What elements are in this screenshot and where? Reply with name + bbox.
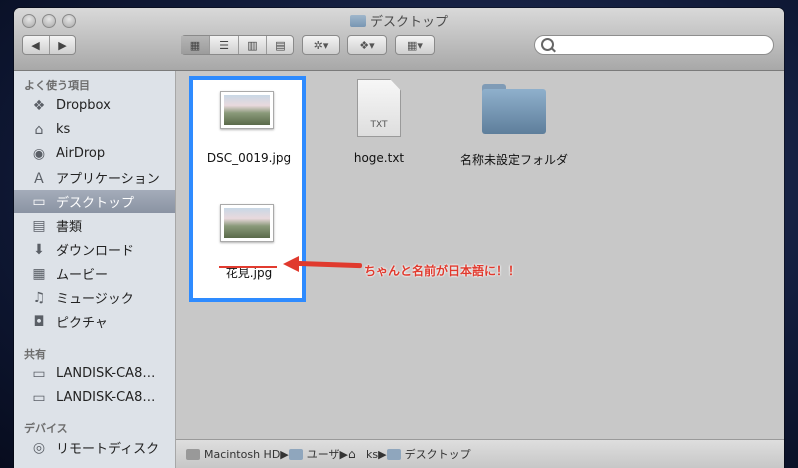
folder-icon bbox=[482, 84, 546, 134]
back-button[interactable]: ◀ bbox=[23, 36, 50, 54]
path-separator: ▶ bbox=[339, 447, 349, 461]
path-item-macintosh-hd[interactable]: Macintosh HD bbox=[186, 448, 280, 461]
coverflow-view-button[interactable]: ▤ bbox=[267, 36, 294, 54]
window-title: デスクトップ bbox=[14, 11, 784, 30]
path-separator: ▶ bbox=[378, 447, 387, 461]
network-display-icon: ▭ bbox=[32, 365, 46, 382]
text-document-icon: TXT bbox=[357, 79, 401, 137]
network-display-icon: ▭ bbox=[32, 389, 46, 406]
forward-button[interactable]: ▶ bbox=[50, 36, 76, 54]
sidebar-item-downloads[interactable]: ⬇ ダウンロード bbox=[14, 238, 175, 261]
file-item-hanami[interactable] bbox=[220, 204, 274, 242]
sidebar-item-applications[interactable]: Ａ アプリケーション bbox=[14, 166, 175, 189]
home-icon: ⌂ bbox=[34, 121, 44, 138]
remote-disc-icon: ◎ bbox=[32, 439, 46, 456]
action-menu-button[interactable]: ✲▾ bbox=[302, 35, 340, 55]
annotation-underline bbox=[219, 266, 277, 268]
movies-icon: ▦ bbox=[32, 265, 46, 282]
image-thumbnail bbox=[220, 204, 274, 242]
sidebar-section-shared: 共有 bbox=[24, 348, 46, 361]
sidebar-item-pictures[interactable]: ◘ ピクチャ bbox=[14, 310, 175, 333]
sidebar-section-favorites: よく使う項目 bbox=[24, 79, 90, 92]
applications-icon: Ａ bbox=[32, 170, 46, 187]
sidebar-item-home[interactable]: ⌂ ks bbox=[14, 118, 175, 141]
file-name: DSC_0019.jpg bbox=[206, 151, 292, 165]
documents-icon: ▤ bbox=[32, 217, 46, 234]
sidebar-item-music[interactable]: ♫ ミュージック bbox=[14, 286, 175, 309]
file-item-dsc0019[interactable] bbox=[220, 91, 274, 129]
annotation-text: ちゃんと名前が日本語に！！ bbox=[364, 264, 521, 278]
dropbox-icon: ❖ bbox=[32, 97, 46, 114]
path-bar: Macintosh HD ▶ ユーザ ▶ ⌂ ks ▶ デスクトップ bbox=[176, 439, 784, 468]
icon-view-button[interactable]: ▦ bbox=[181, 36, 210, 54]
sidebar-item-shared-2[interactable]: ▭ LANDISK-CA8… bbox=[14, 386, 175, 409]
hard-disk-icon bbox=[186, 448, 200, 460]
sidebar-item-dropbox[interactable]: ❖ Dropbox bbox=[14, 94, 175, 117]
sidebar-item-desktop[interactable]: ▭ デスクトップ bbox=[14, 190, 175, 213]
list-view-button[interactable]: ☰ bbox=[210, 36, 239, 54]
finder-window: デスクトップ ◀ ▶ ▦ ☰ ▥ ▤ ✲▾ ❖▾ ▦▾ よく使う項目 ❖ Drop… bbox=[14, 8, 784, 468]
file-item-folder[interactable] bbox=[482, 84, 546, 134]
sidebar-item-shared-1[interactable]: ▭ LANDISK-CA8… bbox=[14, 362, 175, 385]
image-thumbnail bbox=[220, 91, 274, 129]
search-input[interactable] bbox=[534, 35, 774, 55]
arrange-icon: ▦▾ bbox=[407, 38, 423, 52]
file-item-hoge-txt[interactable]: TXT bbox=[357, 79, 401, 137]
titlebar: デスクトップ ◀ ▶ ▦ ☰ ▥ ▤ ✲▾ ❖▾ ▦▾ bbox=[14, 8, 784, 71]
folder-icon bbox=[349, 15, 366, 27]
file-name: hoge.txt bbox=[353, 151, 405, 165]
desktop-icon: ▭ bbox=[32, 193, 46, 210]
path-item-users[interactable]: ユーザ bbox=[288, 446, 340, 462]
sidebar-item-documents[interactable]: ▤ 書類 bbox=[14, 214, 175, 237]
file-area: DSC_0019.jpg TXT hoge.txt 名称未設定フォルダ 花見.j… bbox=[176, 71, 784, 440]
music-icon: ♫ bbox=[32, 289, 46, 306]
search-icon bbox=[541, 38, 554, 51]
path-item-ks[interactable]: ⌂ ks bbox=[348, 448, 378, 461]
back-forward-control: ◀ ▶ bbox=[22, 35, 76, 55]
pictures-icon: ◘ bbox=[33, 313, 45, 330]
sidebar-item-movies[interactable]: ▦ ムービー bbox=[14, 262, 175, 285]
sidebar-item-airdrop[interactable]: ◉ AirDrop bbox=[14, 142, 175, 165]
sidebar-item-remote-disc[interactable]: ◎ リモートディスク bbox=[14, 436, 175, 459]
dropbox-menu-button[interactable]: ❖▾ bbox=[347, 35, 387, 55]
folder-icon bbox=[386, 448, 401, 460]
arrange-menu-button[interactable]: ▦▾ bbox=[395, 35, 435, 55]
sidebar-section-devices: デバイス bbox=[24, 422, 68, 435]
dropbox-icon: ❖▾ bbox=[359, 38, 375, 52]
downloads-icon: ⬇ bbox=[33, 241, 45, 258]
folder-icon bbox=[288, 448, 303, 460]
sidebar: よく使う項目 ❖ Dropbox ⌂ ks ◉ AirDrop Ａ アプリケーション ▭… bbox=[14, 71, 176, 468]
airdrop-icon: ◉ bbox=[32, 145, 46, 162]
view-mode-control: ▦ ☰ ▥ ▤ bbox=[181, 35, 294, 55]
file-name: 名称未設定フォルダ bbox=[459, 153, 568, 167]
path-separator: ▶ bbox=[280, 447, 289, 461]
path-item-desktop[interactable]: デスクトップ bbox=[386, 446, 471, 462]
gear-icon: ✲▾ bbox=[313, 38, 329, 52]
home-icon: ⌂ bbox=[348, 446, 356, 461]
column-view-button[interactable]: ▥ bbox=[239, 36, 267, 54]
